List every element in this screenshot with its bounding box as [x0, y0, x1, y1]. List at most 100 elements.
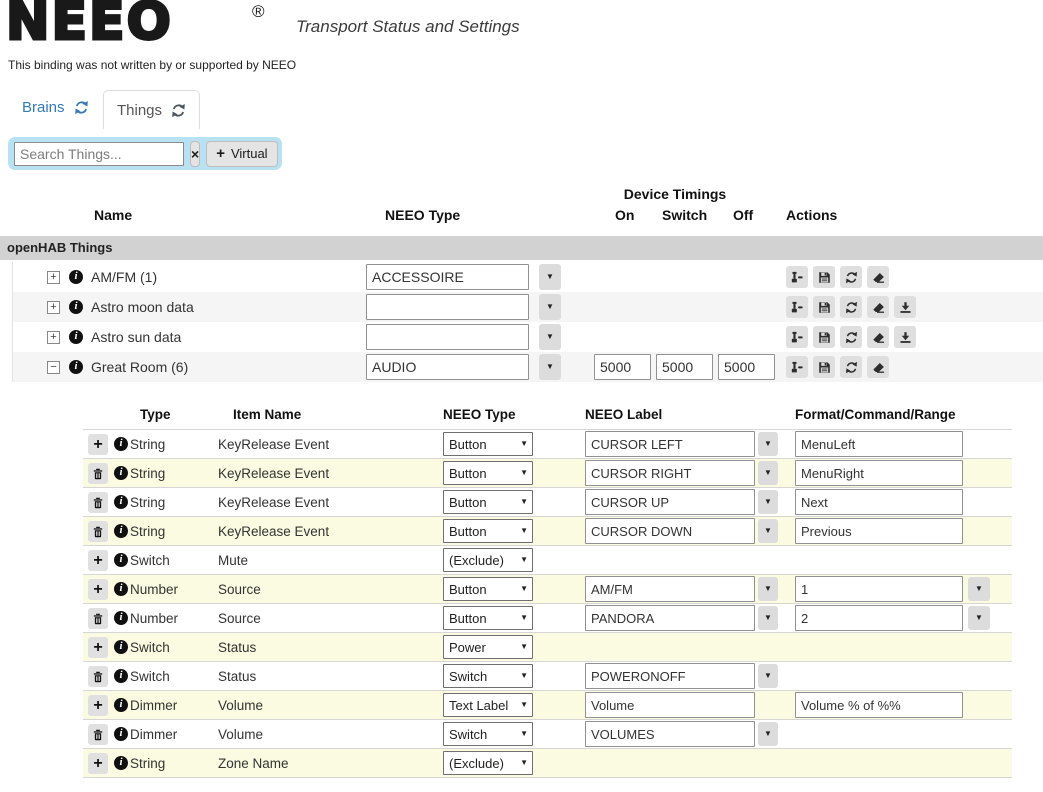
save-button[interactable]	[813, 266, 835, 288]
neeo-type-select[interactable]: Text Label ▼	[443, 693, 533, 717]
info-icon[interactable]: i	[114, 640, 128, 654]
format-command-range-input[interactable]	[795, 431, 963, 457]
neeo-type-select[interactable]: Switch ▼	[443, 664, 533, 688]
download-button[interactable]	[894, 326, 916, 348]
info-icon[interactable]: i	[69, 360, 83, 374]
neeo-type-select[interactable]: Button ▼	[443, 461, 533, 485]
neeo-type-select[interactable]: Button ▼	[443, 519, 533, 543]
refresh-icon[interactable]	[74, 100, 89, 115]
info-icon[interactable]: i	[69, 330, 83, 344]
info-icon[interactable]: i	[114, 727, 128, 741]
tab-brains[interactable]: Brains	[22, 99, 89, 116]
delete-item-button[interactable]	[88, 521, 108, 542]
neeo-type-select[interactable]: (Exclude) ▼	[443, 548, 533, 572]
add-item-button[interactable]: +	[88, 637, 108, 658]
refresh-icon[interactable]	[171, 103, 186, 118]
info-icon[interactable]: i	[114, 437, 128, 451]
neeo-label-input[interactable]	[585, 721, 755, 747]
neeo-label-dropdown-button[interactable]: ▼	[758, 577, 778, 601]
neeo-type-dropdown-button[interactable]: ▼	[539, 294, 561, 320]
add-item-button[interactable]: +	[88, 550, 108, 571]
neeo-label-input[interactable]	[585, 489, 755, 515]
eraser-button[interactable]	[867, 266, 889, 288]
format-command-range-input[interactable]	[795, 605, 963, 631]
neeo-label-input[interactable]	[585, 605, 755, 631]
switch-timing-input[interactable]	[656, 354, 713, 380]
neeo-label-dropdown-button[interactable]: ▼	[758, 461, 778, 485]
neeo-label-input[interactable]	[585, 663, 755, 689]
off-timing-input[interactable]	[718, 354, 775, 380]
neeo-label-input[interactable]	[585, 576, 755, 602]
gavel-button[interactable]	[786, 326, 808, 348]
neeo-type-select[interactable]: Switch ▼	[443, 722, 533, 746]
on-timing-input[interactable]	[594, 354, 651, 380]
clear-search-button[interactable]: ×	[190, 140, 201, 167]
add-virtual-button[interactable]: + Virtual	[206, 140, 278, 167]
format-dropdown-button[interactable]: ▼	[968, 606, 990, 630]
neeo-type-select[interactable]: (Exclude) ▼	[443, 751, 533, 775]
neeo-type-dropdown-button[interactable]: ▼	[539, 354, 561, 380]
neeo-label-dropdown-button[interactable]: ▼	[758, 519, 778, 543]
neeo-label-dropdown-button[interactable]: ▼	[758, 606, 778, 630]
info-icon[interactable]: i	[114, 466, 128, 480]
tab-things[interactable]: Things	[103, 90, 200, 129]
neeo-type-input[interactable]	[366, 264, 529, 290]
neeo-type-input[interactable]	[366, 294, 529, 320]
neeo-type-dropdown-button[interactable]: ▼	[539, 324, 561, 350]
delete-item-button[interactable]	[88, 666, 108, 687]
neeo-type-select[interactable]: Button ▼	[443, 490, 533, 514]
format-command-range-input[interactable]	[795, 460, 963, 486]
add-item-button[interactable]: +	[88, 579, 108, 600]
add-item-button[interactable]: +	[88, 753, 108, 774]
info-icon[interactable]: i	[114, 756, 128, 770]
info-icon[interactable]: i	[114, 611, 128, 625]
info-icon[interactable]: i	[114, 582, 128, 596]
refresh-button[interactable]	[840, 356, 862, 378]
format-dropdown-button[interactable]: ▼	[968, 577, 990, 601]
delete-item-button[interactable]	[88, 492, 108, 513]
save-button[interactable]	[813, 296, 835, 318]
neeo-type-select[interactable]: Button ▼	[443, 432, 533, 456]
expand-icon[interactable]: +	[47, 301, 60, 314]
info-icon[interactable]: i	[114, 495, 128, 509]
info-icon[interactable]: i	[114, 669, 128, 683]
delete-item-button[interactable]	[88, 724, 108, 745]
info-icon[interactable]: i	[69, 270, 83, 284]
search-input[interactable]	[14, 141, 184, 166]
add-item-button[interactable]: +	[88, 434, 108, 455]
info-icon[interactable]: i	[69, 300, 83, 314]
info-icon[interactable]: i	[114, 553, 128, 567]
neeo-type-dropdown-button[interactable]: ▼	[539, 264, 561, 290]
eraser-button[interactable]	[867, 326, 889, 348]
delete-item-button[interactable]	[88, 463, 108, 484]
neeo-label-dropdown-button[interactable]: ▼	[758, 722, 778, 746]
neeo-label-input[interactable]	[585, 518, 755, 544]
eraser-button[interactable]	[867, 356, 889, 378]
gavel-button[interactable]	[786, 356, 808, 378]
neeo-label-dropdown-button[interactable]: ▼	[758, 490, 778, 514]
expand-icon[interactable]: +	[47, 331, 60, 344]
neeo-label-dropdown-button[interactable]: ▼	[758, 664, 778, 688]
expand-icon[interactable]: +	[47, 271, 60, 284]
neeo-label-input[interactable]	[585, 431, 755, 457]
info-icon[interactable]: i	[114, 524, 128, 538]
neeo-type-select[interactable]: Button ▼	[443, 606, 533, 630]
download-button[interactable]	[894, 296, 916, 318]
neeo-label-input[interactable]	[585, 460, 755, 486]
delete-item-button[interactable]	[88, 608, 108, 629]
neeo-type-select[interactable]: Button ▼	[443, 577, 533, 601]
eraser-button[interactable]	[867, 296, 889, 318]
format-command-range-input[interactable]	[795, 576, 963, 602]
format-command-range-input[interactable]	[795, 489, 963, 515]
collapse-icon[interactable]: −	[47, 361, 60, 374]
neeo-label-input[interactable]	[585, 692, 755, 718]
info-icon[interactable]: i	[114, 698, 128, 712]
neeo-type-input[interactable]	[366, 354, 529, 380]
neeo-type-input[interactable]	[366, 324, 529, 350]
refresh-button[interactable]	[840, 266, 862, 288]
refresh-button[interactable]	[840, 326, 862, 348]
format-command-range-input[interactable]	[795, 692, 963, 718]
refresh-button[interactable]	[840, 296, 862, 318]
gavel-button[interactable]	[786, 296, 808, 318]
save-button[interactable]	[813, 356, 835, 378]
